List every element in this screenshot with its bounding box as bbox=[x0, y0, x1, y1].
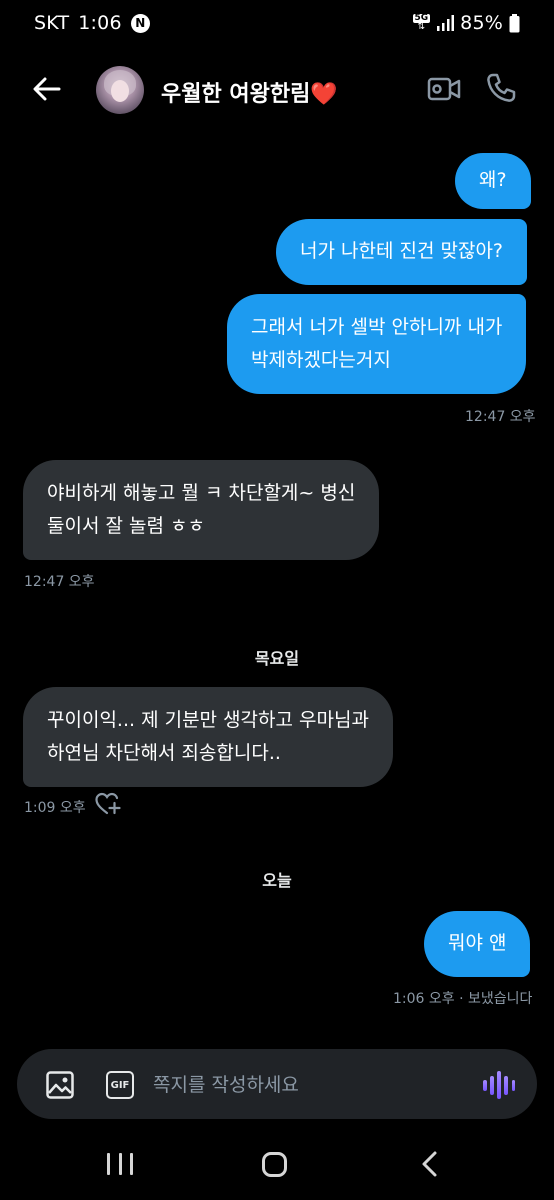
system-navigation-bar bbox=[0, 1130, 554, 1200]
recent-bar bbox=[118, 1153, 122, 1175]
message-text-line: 야비하게 해놓고 뭘 ㅋ 차단할게~ 병신 bbox=[47, 482, 356, 504]
message-timestamp: 12:47 오후 bbox=[24, 574, 95, 590]
day-separator: 목요일 bbox=[254, 649, 300, 668]
recent-apps-icon[interactable] bbox=[107, 1153, 133, 1175]
message-bubble-incoming[interactable]: 꾸이이익... 제 기분만 생각하고 우마님과 하연님 차단해서 죄송합니다.. bbox=[23, 687, 393, 787]
contact-avatar[interactable] bbox=[96, 66, 144, 114]
phone-icon bbox=[487, 73, 516, 102]
network-arrows: ⇅ bbox=[417, 22, 426, 32]
message-timestamp: 1:09 오후 bbox=[24, 800, 86, 816]
status-right: 5G ⇅ 85% bbox=[412, 12, 521, 34]
status-left: SKT 1:06 N bbox=[34, 12, 150, 34]
conversation-header: 우월한 여왕한림❤️ bbox=[0, 58, 554, 124]
recent-bar bbox=[130, 1153, 133, 1175]
message-bubble-incoming[interactable]: 야비하게 해놓고 뭘 ㅋ 차단할게~ 병신 둘이서 잘 놀렴 ㅎㅎ bbox=[23, 460, 380, 560]
add-reaction-button[interactable] bbox=[95, 792, 121, 816]
nav-back-button[interactable] bbox=[418, 1150, 442, 1178]
message-text-line: 둘이서 잘 놀렴 ㅎㅎ bbox=[47, 515, 205, 537]
battery-percent: 85% bbox=[460, 12, 503, 34]
message-bubble-outgoing[interactable]: 뭐야 얜 bbox=[424, 911, 531, 977]
signal-icon bbox=[437, 15, 455, 31]
voice-bar bbox=[497, 1071, 501, 1099]
dm-conversation-screen: SKT 1:06 N 5G ⇅ 85% 우월한 여왕한림❤️ 왜? 너가 나한테… bbox=[0, 0, 554, 1200]
network-5g-icon: 5G ⇅ bbox=[412, 14, 431, 32]
back-arrow-icon bbox=[33, 77, 61, 101]
message-text-line: 꾸이이익... 제 기분만 생각하고 우마님과 bbox=[47, 709, 369, 731]
message-bubble-outgoing[interactable]: 너가 나한테 진건 맞잖아? bbox=[276, 219, 528, 285]
message-timestamp: 12:47 오후 bbox=[465, 409, 536, 425]
message-composer: GIF bbox=[17, 1049, 537, 1119]
voice-message-icon[interactable] bbox=[483, 1070, 515, 1100]
gif-icon[interactable]: GIF bbox=[106, 1071, 134, 1099]
image-icon bbox=[46, 1071, 74, 1099]
voice-bar bbox=[504, 1075, 508, 1095]
battery-icon bbox=[509, 13, 520, 32]
message-text: 너가 나한테 진건 맞잖아? bbox=[300, 240, 504, 262]
avatar-face bbox=[111, 80, 129, 102]
message-text-line: 박제하겠다는거지 bbox=[251, 349, 391, 371]
add-image-button[interactable] bbox=[46, 1071, 74, 1099]
voice-bar bbox=[511, 1079, 515, 1091]
video-call-button[interactable] bbox=[427, 74, 461, 104]
notification-n-icon: N bbox=[130, 13, 150, 33]
message-input[interactable] bbox=[153, 1069, 453, 1101]
message-timestamp: 1:06 오후 · 보냈습니다 bbox=[393, 991, 533, 1007]
message-text: 뭐야 얜 bbox=[448, 932, 507, 954]
message-bubble-outgoing[interactable]: 왜? bbox=[455, 153, 531, 209]
home-icon[interactable] bbox=[262, 1152, 287, 1177]
voice-call-button[interactable] bbox=[485, 72, 517, 104]
carrier-label: SKT bbox=[34, 12, 70, 34]
message-bubble-outgoing[interactable]: 그래서 너가 셀박 안하니까 내가 박제하겠다는거지 bbox=[227, 294, 527, 394]
status-bar: SKT 1:06 N 5G ⇅ 85% bbox=[0, 0, 554, 50]
recent-bar bbox=[107, 1153, 110, 1175]
heart-emoji: ❤️ bbox=[310, 82, 338, 107]
clock: 1:06 bbox=[78, 12, 122, 34]
message-text-line: 그래서 너가 셀박 안하니까 내가 bbox=[251, 316, 503, 338]
message-text-line: 하연님 차단해서 죄송합니다.. bbox=[47, 742, 281, 764]
day-separator: 오늘 bbox=[262, 871, 292, 890]
contact-name-text: 우월한 여왕한림 bbox=[161, 82, 311, 107]
contact-name[interactable]: 우월한 여왕한림❤️ bbox=[161, 76, 338, 108]
add-reaction-icon bbox=[95, 792, 121, 815]
voice-bar bbox=[483, 1079, 487, 1091]
message-text: 왜? bbox=[479, 169, 507, 191]
back-button[interactable] bbox=[30, 72, 64, 106]
video-call-icon bbox=[427, 77, 461, 101]
nav-back-icon bbox=[422, 1151, 437, 1177]
voice-bar bbox=[490, 1075, 494, 1095]
